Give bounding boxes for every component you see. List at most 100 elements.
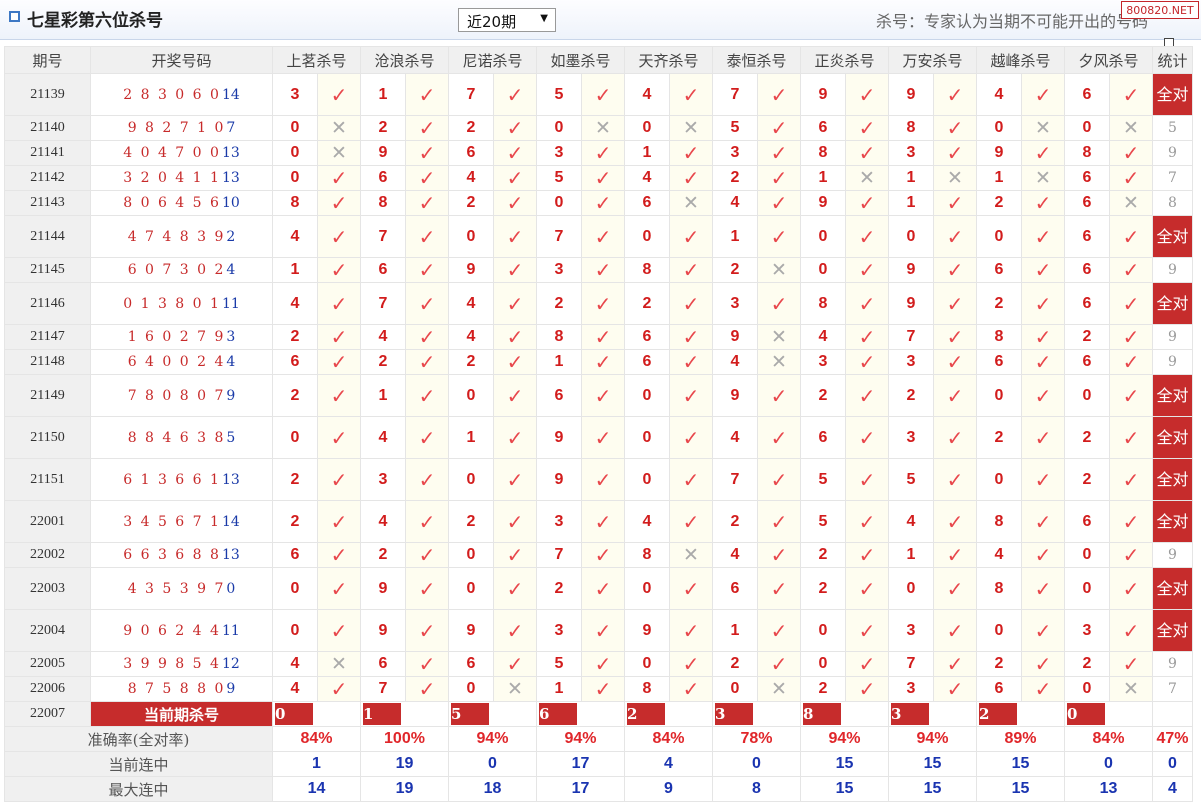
draw-sum: 4: [226, 354, 236, 370]
kill-digit: 4: [712, 542, 758, 568]
kill-digit: 1: [360, 374, 406, 417]
kill-digit: 0: [624, 374, 670, 417]
kill-digit: 9: [624, 609, 670, 652]
cross-icon: ✕: [1109, 676, 1153, 702]
check-icon: ✓: [1109, 257, 1153, 283]
kill-digit: 0: [800, 257, 846, 283]
kill-digit: 8: [272, 190, 318, 216]
column-header-expert[interactable]: 泰恒杀号: [712, 46, 801, 74]
check-icon: ✓: [933, 609, 977, 652]
kill-digit: 3: [536, 500, 582, 543]
current-streak-row-value: 15: [976, 751, 1065, 777]
kill-digit: 6: [976, 676, 1022, 702]
issue-number: 21145: [4, 257, 91, 283]
check-icon: ✓: [845, 458, 889, 501]
current-kill-cell: 2: [976, 701, 1065, 727]
column-header-draw: 开奖号码: [90, 46, 273, 74]
kill-digit: 2: [1064, 416, 1110, 459]
kill-digit: 9: [448, 257, 494, 283]
kill-digit: 8: [976, 324, 1022, 350]
column-header-expert[interactable]: 越峰杀号: [976, 46, 1065, 74]
issue-number: 21144: [4, 215, 91, 258]
row-stat: 全对: [1152, 282, 1193, 325]
kill-digit: 2: [800, 374, 846, 417]
draw-digits: 2 8 3 0 6 0: [123, 86, 221, 103]
kill-digit: 1: [536, 676, 582, 702]
check-icon: ✓: [669, 73, 713, 116]
column-header-expert[interactable]: 万安杀号: [888, 46, 977, 74]
check-icon: ✓: [405, 190, 449, 216]
current-kill-badge: 2: [979, 703, 1017, 725]
column-header-expert[interactable]: 夕风杀号: [1064, 46, 1153, 74]
check-icon: ✓: [317, 190, 361, 216]
cross-icon: ✕: [317, 115, 361, 141]
kill-digit: 2: [272, 458, 318, 501]
site-watermark: 800820.NET: [1121, 1, 1199, 19]
column-header-expert[interactable]: 尼诺杀号: [448, 46, 537, 74]
collapse-square-icon[interactable]: [9, 11, 20, 22]
kill-digit: 2: [272, 500, 318, 543]
accuracy-row-label: 准确率(全对率): [4, 726, 273, 752]
accuracy-row: 准确率(全对率) 84% 100% 94% 94% 84% 78% 94% 94% 89% 84% 4…: [4, 726, 1193, 752]
kill-digit: 2: [712, 257, 758, 283]
kill-digit: 3: [888, 349, 934, 375]
kill-digit: 4: [272, 282, 318, 325]
kill-digit: 0: [448, 215, 494, 258]
table-row: 21148 6 4 0 0 2 44 6 ✓ 2 ✓ 2 ✓ 1 ✓ 6 ✓ 4 ✕ 3 ✓ 3 ✓ 6 ✓ 6 ✓ 9: [4, 349, 1193, 375]
current-streak-row-value: 15: [800, 751, 889, 777]
current-streak-row-value: 0: [448, 751, 537, 777]
check-icon: ✓: [1021, 500, 1065, 543]
draw-digits: 6 6 3 6 8 8: [123, 547, 221, 563]
check-icon: ✓: [493, 282, 537, 325]
draw-sum: 13: [221, 471, 240, 488]
column-header-expert[interactable]: 如墨杀号: [536, 46, 625, 74]
column-header-expert[interactable]: 上茗杀号: [272, 46, 361, 74]
kill-digit: 0: [272, 165, 318, 191]
check-icon: ✓: [933, 374, 977, 417]
kill-digit: 7: [536, 215, 582, 258]
check-icon: ✓: [845, 416, 889, 459]
kill-digit: 5: [800, 500, 846, 543]
check-icon: ✓: [1021, 676, 1065, 702]
cross-icon: ✕: [1021, 165, 1065, 191]
kill-digit: 9: [360, 609, 406, 652]
kill-digit: 7: [360, 676, 406, 702]
current-streak-row-label: 当前连中: [4, 751, 273, 777]
kill-digit: 4: [976, 542, 1022, 568]
column-header-expert[interactable]: 沧浪杀号: [360, 46, 449, 74]
check-icon: ✓: [933, 500, 977, 543]
page-header: 七星彩第六位杀号 近20期 ▼ 杀号：专家认为当期不可能开出的号码 800820…: [0, 0, 1201, 40]
column-header-expert[interactable]: 正炎杀号: [800, 46, 889, 74]
check-icon: ✓: [669, 416, 713, 459]
current-kill-cell: 1: [360, 701, 449, 727]
kill-digit: 2: [976, 190, 1022, 216]
check-icon: ✓: [845, 190, 889, 216]
draw-numbers: 4 3 5 3 9 70: [90, 567, 273, 610]
check-icon: ✓: [581, 500, 625, 543]
check-icon: ✓: [405, 609, 449, 652]
check-icon: ✓: [493, 257, 537, 283]
kill-digit: 0: [448, 676, 494, 702]
issue-number: 21140: [4, 115, 91, 141]
check-icon: ✓: [1109, 282, 1153, 325]
check-icon: ✓: [581, 140, 625, 166]
check-icon: ✓: [669, 257, 713, 283]
current-kill-badge: 0: [1067, 703, 1105, 725]
column-header-expert[interactable]: 天齐杀号: [624, 46, 713, 74]
check-icon: ✓: [757, 282, 801, 325]
kill-digit: 0: [536, 115, 582, 141]
kill-digit: 6: [624, 324, 670, 350]
check-icon: ✓: [757, 458, 801, 501]
check-icon: ✓: [317, 282, 361, 325]
period-select[interactable]: 近20期 ▼: [458, 8, 556, 32]
draw-sum: 2: [226, 228, 236, 245]
kill-digit: 6: [448, 651, 494, 677]
kill-digit: 0: [712, 676, 758, 702]
check-icon: ✓: [581, 609, 625, 652]
draw-digits: 8 0 6 4 5 6: [123, 195, 221, 211]
kill-digit: 1: [360, 73, 406, 116]
check-icon: ✓: [493, 190, 537, 216]
check-icon: ✓: [1021, 73, 1065, 116]
draw-digits: 4 3 5 3 9 7: [127, 580, 226, 597]
kill-digit: 9: [536, 416, 582, 459]
